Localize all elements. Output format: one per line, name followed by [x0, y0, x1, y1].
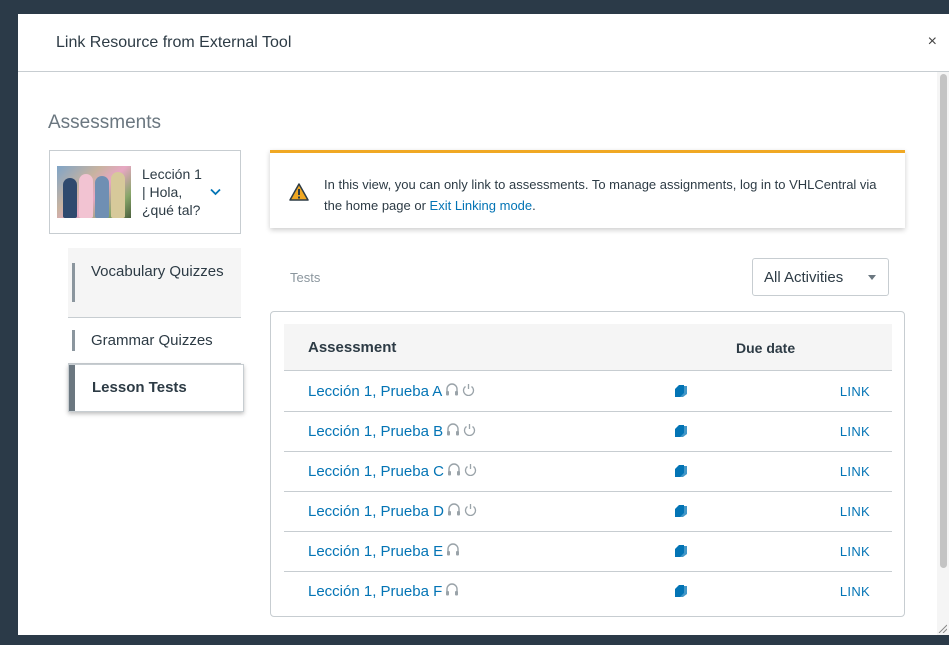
due-date-icon[interactable] [674, 464, 688, 478]
nav-item-label: Vocabulary Quizzes [91, 263, 224, 280]
chevron-down-icon[interactable] [210, 188, 221, 196]
link-button[interactable]: LINK [840, 504, 870, 519]
assessment-link[interactable]: Lección 1, Prueba C [308, 463, 477, 480]
assessment-link[interactable]: Lección 1, Prueba D [308, 503, 477, 520]
activity-filter-select[interactable]: All Activities [752, 258, 889, 296]
assessment-name[interactable]: Lección 1, Prueba A [308, 383, 442, 400]
resize-grip-icon[interactable] [937, 623, 947, 633]
modal-header: Link Resource from External Tool × [18, 14, 949, 72]
link-resource-modal: Link Resource from External Tool × Asses… [18, 14, 949, 635]
nav-item-label: Grammar Quizzes [91, 332, 213, 349]
nav-item-indicator [72, 263, 75, 302]
lesson-selector[interactable]: Lección 1 | Hola, ¿qué tal? [49, 150, 241, 234]
assessments-table: Assessment Due date Lección 1, Prueba AL… [270, 311, 905, 617]
close-button[interactable]: × [928, 34, 937, 50]
scrollbar[interactable] [937, 72, 949, 635]
table-row: Lección 1, Prueba D LINK [284, 492, 892, 532]
scrollbar-thumb[interactable] [940, 74, 947, 568]
headphones-icon [446, 423, 460, 440]
headphones-icon [447, 503, 461, 520]
caret-down-icon [868, 275, 876, 280]
headphones-icon [445, 583, 459, 600]
table-row: Lección 1, Prueba E LINK [284, 532, 892, 572]
alert-text: In this view, you can only link to asses… [324, 177, 877, 213]
table-row: Lección 1, Prueba A LINK [284, 372, 892, 412]
assessment-name[interactable]: Lección 1, Prueba E [308, 543, 443, 560]
due-date-icon[interactable] [674, 384, 688, 398]
link-button[interactable]: LINK [840, 424, 870, 439]
assessment-link[interactable]: Lección 1, Prueba F [308, 583, 459, 600]
due-date-icon[interactable] [674, 584, 688, 598]
assessment-link[interactable]: Lección 1, Prueba A [308, 383, 475, 400]
lesson-label: Lección 1 | Hola, ¿qué tal? [142, 166, 202, 218]
power-icon [463, 423, 476, 440]
link-button[interactable]: LINK [840, 384, 870, 399]
headphones-icon [445, 383, 459, 400]
warning-icon [289, 183, 309, 201]
assessment-name[interactable]: Lección 1, Prueba D [308, 503, 444, 520]
nav-item-label: Lesson Tests [92, 379, 187, 396]
assessments-heading: Assessments [48, 112, 161, 133]
power-icon [462, 383, 475, 400]
assessment-name[interactable]: Lección 1, Prueba B [308, 423, 443, 440]
power-icon [464, 503, 477, 520]
linking-mode-alert: In this view, you can only link to asses… [270, 150, 905, 228]
assessment-link[interactable]: Lección 1, Prueba B [308, 423, 476, 440]
nav-item-indicator [69, 365, 75, 411]
filter-value: All Activities [764, 268, 844, 286]
due-date-icon[interactable] [674, 504, 688, 518]
exit-linking-mode-link[interactable]: Exit Linking mode [430, 198, 533, 213]
nav-item-lesson-tests[interactable]: Lesson Tests [68, 364, 244, 412]
nav-item-grammar-quizzes[interactable]: Grammar Quizzes [68, 318, 241, 364]
table-header: Assessment Due date [284, 324, 892, 371]
assessment-link[interactable]: Lección 1, Prueba E [308, 543, 460, 560]
nav-item-indicator [72, 330, 75, 351]
table-row: Lección 1, Prueba C LINK [284, 452, 892, 492]
lesson-thumbnail [57, 166, 131, 218]
column-header-assessment: Assessment [308, 339, 397, 356]
headphones-icon [446, 543, 460, 560]
nav-item-vocabulary-quizzes[interactable]: Vocabulary Quizzes [68, 248, 241, 318]
due-date-icon[interactable] [674, 424, 688, 438]
assessment-name[interactable]: Lección 1, Prueba C [308, 463, 444, 480]
assessment-name[interactable]: Lección 1, Prueba F [308, 583, 442, 600]
close-icon[interactable]: × [928, 33, 937, 50]
assessment-type-nav: Vocabulary Quizzes Grammar Quizzes Lesso… [68, 248, 244, 412]
tests-label: Tests [290, 270, 321, 285]
headphones-icon [447, 463, 461, 480]
modal-title: Link Resource from External Tool [56, 33, 292, 51]
table-row: Lección 1, Prueba F LINK [284, 572, 892, 612]
link-button[interactable]: LINK [840, 584, 870, 599]
column-header-due-date: Due date [736, 340, 796, 356]
due-date-icon[interactable] [674, 544, 688, 558]
link-button[interactable]: LINK [840, 464, 870, 479]
alert-text-end: . [532, 198, 536, 213]
link-button[interactable]: LINK [840, 544, 870, 559]
table-row: Lección 1, Prueba B LINK [284, 412, 892, 452]
power-icon [464, 463, 477, 480]
